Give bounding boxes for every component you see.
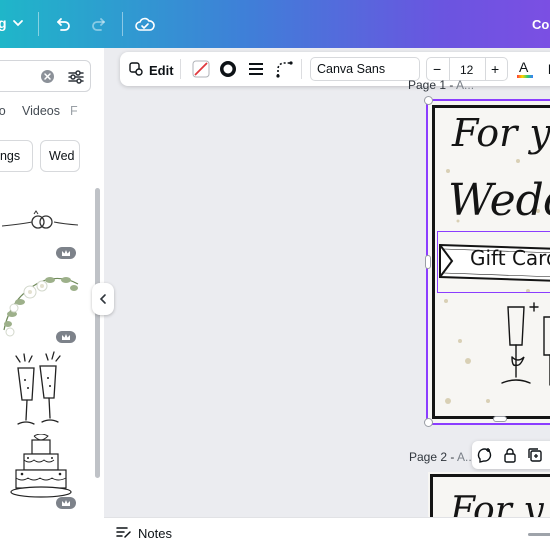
- redo-icon[interactable]: [86, 12, 112, 38]
- chevron-down-icon[interactable]: [12, 16, 24, 34]
- toolbar-divider: [38, 12, 39, 36]
- chip-wedding[interactable]: Wed: [40, 140, 80, 172]
- file-menu-label[interactable]: g: [0, 15, 7, 31]
- toolbar-divider: [301, 59, 302, 79]
- crown-icon: [56, 497, 76, 509]
- lock-icon[interactable]: [501, 446, 519, 464]
- cloud-saved-icon[interactable]: [132, 12, 158, 38]
- clear-search-icon[interactable]: [41, 70, 54, 83]
- text-selection-box[interactable]: [437, 231, 550, 293]
- notes-label: Notes: [138, 526, 172, 541]
- svg-text:A: A: [519, 59, 529, 75]
- add-comment-icon[interactable]: [476, 446, 494, 464]
- panel-scrollbar[interactable]: [95, 188, 100, 478]
- page-2-label: Page 2 - A...: [409, 450, 476, 464]
- border-style-icon[interactable]: [217, 58, 239, 80]
- bottom-bar: Notes: [104, 517, 550, 550]
- edit-magic-icon: [128, 61, 144, 80]
- chip-rings[interactable]: rings: [0, 140, 33, 172]
- text-color-icon[interactable]: A: [514, 58, 536, 80]
- stepper-divider: [485, 58, 486, 80]
- wedding-rings-graphic[interactable]: [1, 208, 79, 243]
- left-panel-footer: [0, 518, 104, 550]
- increase-font-size-button[interactable]: +: [491, 61, 499, 77]
- champagne-toast-graphic: [501, 302, 550, 386]
- crown-icon: [56, 247, 76, 259]
- font-size-value[interactable]: 12: [460, 63, 473, 77]
- tab-audio[interactable]: io: [0, 104, 6, 118]
- resize-handle[interactable]: [424, 96, 433, 105]
- edit-label: Edit: [149, 63, 174, 78]
- notes-button[interactable]: Notes: [116, 525, 172, 542]
- collapse-panel-button[interactable]: [92, 283, 114, 315]
- share-button-label[interactable]: Co: [532, 17, 549, 32]
- decrease-font-size-button[interactable]: −: [433, 61, 441, 77]
- bold-icon[interactable]: B: [542, 58, 550, 80]
- zoom-slider[interactable]: [528, 533, 550, 536]
- fill-none-icon[interactable]: [190, 58, 212, 80]
- text-context-toolbar: Edit Canva Sans − 12 + A B: [120, 52, 550, 86]
- title-line-1[interactable]: For y: [452, 111, 550, 155]
- line-spacing-icon[interactable]: [245, 58, 267, 80]
- crown-icon: [56, 331, 76, 343]
- tab-videos[interactable]: Videos: [22, 104, 60, 118]
- page-2-actions: [472, 441, 550, 469]
- corner-rounding-icon[interactable]: [273, 58, 295, 80]
- duplicate-page-icon[interactable]: [526, 446, 544, 464]
- font-family-select[interactable]: Canva Sans: [310, 57, 420, 81]
- side-resize-handle[interactable]: [425, 255, 431, 269]
- edit-button[interactable]: Edit: [128, 61, 174, 80]
- search-input[interactable]: [0, 60, 91, 92]
- page-1-label: Page 1 - A...: [408, 78, 475, 92]
- resize-handle[interactable]: [424, 418, 433, 427]
- filter-icon[interactable]: [67, 68, 85, 91]
- top-bar: g Co: [0, 0, 550, 48]
- side-resize-handle[interactable]: [493, 416, 507, 422]
- champagne-glasses-graphic[interactable]: [12, 350, 64, 435]
- left-asset-panel: io Videos F rings Wed: [0, 48, 104, 542]
- toolbar-divider: [122, 12, 123, 36]
- title-line-2[interactable]: Wedd: [448, 175, 550, 226]
- toolbar-divider: [180, 59, 181, 79]
- undo-icon[interactable]: [50, 12, 76, 38]
- stepper-divider: [449, 58, 450, 80]
- notes-icon: [116, 525, 132, 542]
- tab-more[interactable]: F: [70, 104, 78, 118]
